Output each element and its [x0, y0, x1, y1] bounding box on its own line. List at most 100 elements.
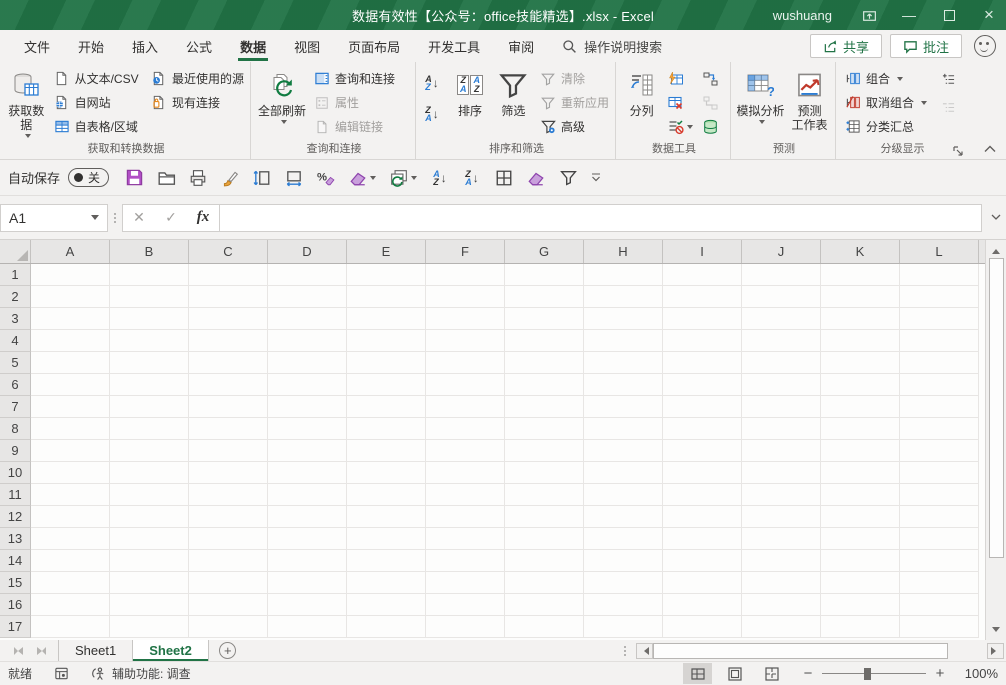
cell-K10[interactable]	[821, 462, 900, 484]
column-header-K[interactable]: K	[821, 240, 900, 263]
cell-G12[interactable]	[505, 506, 584, 528]
cell-D6[interactable]	[268, 374, 347, 396]
dialog-launcher-icon[interactable]	[953, 146, 964, 157]
cell-G1[interactable]	[505, 264, 584, 286]
cell-C2[interactable]	[189, 286, 268, 308]
cell-E5[interactable]	[347, 352, 426, 374]
cell-G16[interactable]	[505, 594, 584, 616]
cell-A9[interactable]	[31, 440, 110, 462]
cell-E3[interactable]	[347, 308, 426, 330]
cell-D17[interactable]	[268, 616, 347, 638]
cell-H13[interactable]	[584, 528, 663, 550]
group-button[interactable]: 组合	[840, 67, 936, 90]
cell-I6[interactable]	[663, 374, 742, 396]
close-icon[interactable]: ×	[972, 0, 1006, 30]
next-sheet-icon[interactable]	[37, 646, 46, 655]
tab-审阅[interactable]: 审阅	[494, 30, 548, 62]
cell-F5[interactable]	[426, 352, 505, 374]
cell-F8[interactable]	[426, 418, 505, 440]
cell-J3[interactable]	[742, 308, 821, 330]
subtotal-button[interactable]: 分类汇总	[840, 115, 936, 138]
cell-B4[interactable]	[110, 330, 189, 352]
cell-H8[interactable]	[584, 418, 663, 440]
cell-J17[interactable]	[742, 616, 821, 638]
cell-A8[interactable]	[31, 418, 110, 440]
cell-B14[interactable]	[110, 550, 189, 572]
column-header-J[interactable]: J	[742, 240, 821, 263]
cell-G11[interactable]	[505, 484, 584, 506]
cell-L15[interactable]	[900, 572, 979, 594]
row-header-4[interactable]: 4	[0, 330, 31, 352]
sheet-tab-Sheet2[interactable]: Sheet2	[132, 640, 209, 661]
cell-G7[interactable]	[505, 396, 584, 418]
autosave-toggle[interactable]: 关	[68, 168, 110, 187]
row-header-5[interactable]: 5	[0, 352, 31, 374]
relationships-button[interactable]	[699, 91, 723, 114]
cell-D5[interactable]	[268, 352, 347, 374]
cell-H2[interactable]	[584, 286, 663, 308]
sort-button[interactable]: ZA AZ 排序	[448, 65, 491, 137]
page-break-view-button[interactable]	[757, 663, 786, 684]
row-header-1[interactable]: 1	[0, 264, 31, 286]
expand-formula-bar-icon[interactable]	[986, 204, 1006, 232]
cell-J15[interactable]	[742, 572, 821, 594]
cell-E6[interactable]	[347, 374, 426, 396]
edit-links-button[interactable]: 编辑链接	[309, 115, 399, 138]
cell-B11[interactable]	[110, 484, 189, 506]
cell-L3[interactable]	[900, 308, 979, 330]
cell-E13[interactable]	[347, 528, 426, 550]
zoom-slider-thumb[interactable]	[864, 667, 871, 680]
cell-B6[interactable]	[110, 374, 189, 396]
cell-F14[interactable]	[426, 550, 505, 572]
cell-J2[interactable]	[742, 286, 821, 308]
cell-L6[interactable]	[900, 374, 979, 396]
cell-E10[interactable]	[347, 462, 426, 484]
cell-G9[interactable]	[505, 440, 584, 462]
cell-F3[interactable]	[426, 308, 505, 330]
tab-页面布局[interactable]: 页面布局	[334, 30, 414, 62]
cell-I14[interactable]	[663, 550, 742, 572]
refresh-all-button[interactable]: 全部刷新	[255, 65, 309, 137]
cell-I4[interactable]	[663, 330, 742, 352]
row-header-14[interactable]: 14	[0, 550, 31, 572]
cell-C3[interactable]	[189, 308, 268, 330]
cell-A4[interactable]	[31, 330, 110, 352]
macro-record-button[interactable]	[54, 666, 69, 681]
cell-J1[interactable]	[742, 264, 821, 286]
formula-input[interactable]	[220, 203, 982, 232]
cell-H10[interactable]	[584, 462, 663, 484]
recent-sources-button[interactable]: 最近使用的源	[146, 67, 248, 90]
cell-B10[interactable]	[110, 462, 189, 484]
cell-H5[interactable]	[584, 352, 663, 374]
cell-C1[interactable]	[189, 264, 268, 286]
cell-C4[interactable]	[189, 330, 268, 352]
qat-sort-ascending-button[interactable]: A Z ↓	[425, 164, 455, 192]
cell-B8[interactable]	[110, 418, 189, 440]
cell-C8[interactable]	[189, 418, 268, 440]
cell-J8[interactable]	[742, 418, 821, 440]
cell-B15[interactable]	[110, 572, 189, 594]
cell-L17[interactable]	[900, 616, 979, 638]
cell-H1[interactable]	[584, 264, 663, 286]
cell-D16[interactable]	[268, 594, 347, 616]
cell-H14[interactable]	[584, 550, 663, 572]
tab-数据[interactable]: 数据	[226, 30, 280, 62]
eraser-menu-button[interactable]	[343, 164, 381, 192]
select-all-corner[interactable]	[0, 240, 31, 263]
cell-J11[interactable]	[742, 484, 821, 506]
cell-B3[interactable]	[110, 308, 189, 330]
cell-K3[interactable]	[821, 308, 900, 330]
cell-H12[interactable]	[584, 506, 663, 528]
cell-G8[interactable]	[505, 418, 584, 440]
column-header-A[interactable]: A	[31, 240, 110, 263]
cell-F1[interactable]	[426, 264, 505, 286]
cell-I15[interactable]	[663, 572, 742, 594]
cell-E8[interactable]	[347, 418, 426, 440]
cell-E7[interactable]	[347, 396, 426, 418]
cell-E2[interactable]	[347, 286, 426, 308]
consolidate-button[interactable]	[699, 67, 723, 90]
column-header-C[interactable]: C	[189, 240, 268, 263]
cell-I10[interactable]	[663, 462, 742, 484]
page-layout-view-button[interactable]	[720, 663, 749, 684]
cell-E12[interactable]	[347, 506, 426, 528]
